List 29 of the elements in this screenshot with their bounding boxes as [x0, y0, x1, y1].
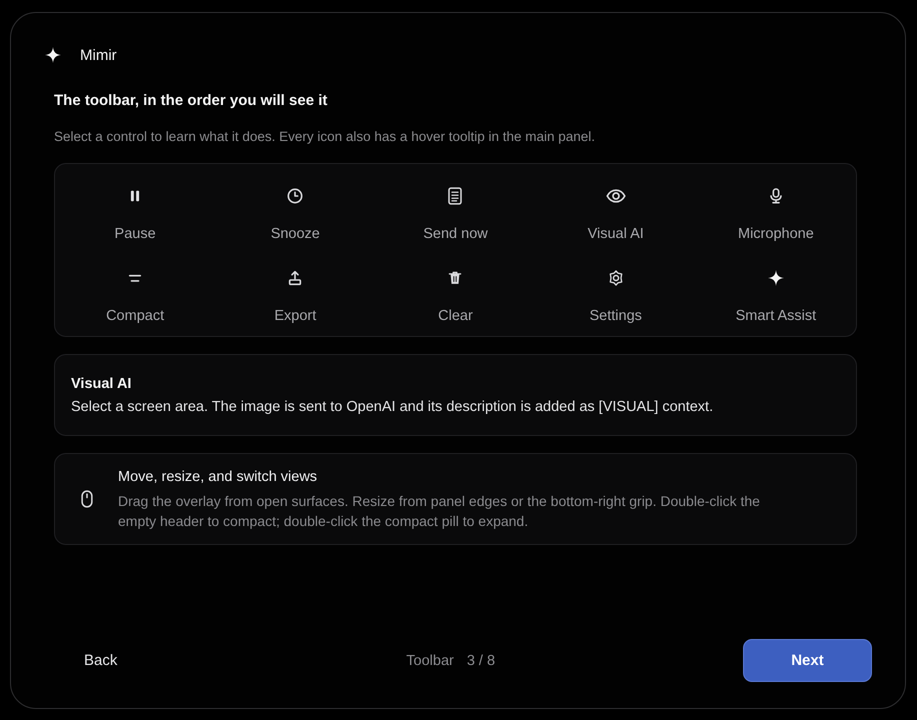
step-label: Toolbar: [406, 652, 454, 668]
document-icon: [446, 187, 464, 205]
toolbar-item[interactable]: Settings: [589, 260, 642, 326]
detail-title: Visual AI: [71, 375, 132, 394]
toolbar-item[interactable]: Pause: [114, 178, 156, 244]
toolbar-item[interactable]: Microphone: [738, 178, 814, 244]
microphone-icon: [768, 188, 784, 204]
toolbar-item[interactable]: Export: [274, 260, 316, 326]
sparkle-icon: [768, 270, 784, 286]
toolbar-item[interactable]: Smart Assist: [736, 260, 816, 326]
app-title: Mimir: [80, 46, 117, 64]
back-button[interactable]: Back: [55, 639, 146, 682]
toolbar-item[interactable]: Visual AI: [588, 178, 644, 244]
tip-text: Drag the overlay from open surfaces. Resize from panel edges or the bottom-right grip. Double-click the empty header to compact; double-click the compact pill to expand.: [118, 492, 761, 531]
detail-text: Select a screen area. The image is sent to OpenAI and its description is added as [VISUAL] context.: [71, 398, 714, 417]
section-description: Select a control to learn what it does. Every icon also has a hover tooltip in the main panel.: [54, 128, 596, 146]
toolbar-item[interactable]: Snooze: [270, 178, 320, 244]
section-heading: The toolbar, in the order you will see it: [54, 91, 328, 111]
clock-icon: [287, 188, 304, 204]
step-counter: 3 / 8: [466, 652, 496, 668]
toolbar-item[interactable]: Compact: [106, 260, 164, 326]
trash-icon: [448, 271, 462, 285]
upload-icon: [287, 270, 304, 286]
next-button[interactable]: Next: [742, 639, 872, 682]
toolbar-item[interactable]: Clear: [438, 260, 473, 326]
toolbar-item[interactable]: Send now: [423, 178, 488, 244]
sparkle-icon: [45, 47, 61, 63]
settings-icon: [608, 270, 624, 286]
tip-title: Move, resize, and switch views: [118, 468, 318, 487]
